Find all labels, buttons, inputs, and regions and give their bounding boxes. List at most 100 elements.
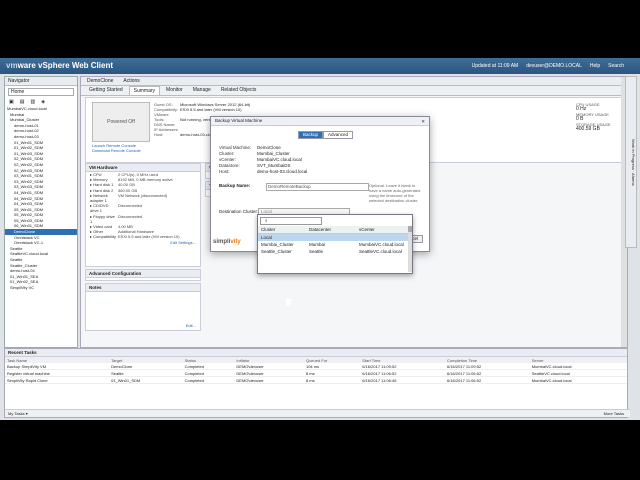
dropdown-cell: Seattle_Cluster — [261, 249, 292, 254]
resource-usage: CPU USAGE 0 Hz MEMORY USAGE 0 B STORAGE USAG… — [576, 102, 616, 132]
navigator-panel: Navigator Home ▣ ▤ ▥ ◈ MumbaiVC.cloud.local… — [4, 76, 78, 348]
dropdown-option[interactable]: Seattle_Cluster Seattle SeattleVC.cloud.lo… — [258, 248, 412, 255]
hosts-clusters-icon[interactable]: ▣ — [9, 99, 14, 105]
updated-time: Updated at 11:09 AM — [471, 63, 519, 69]
dropdown-cell: Seattle — [309, 249, 324, 254]
tab-related-objects[interactable]: Related Objects — [217, 86, 261, 95]
table-row[interactable]: Register virtual machine Seattle Completed… — [5, 369, 627, 377]
table-cell: Completed — [182, 369, 235, 377]
table-cell: Register virtual machine — [5, 369, 110, 377]
table-cell: MumbaiVC.cloud.local — [529, 376, 627, 384]
table-cell: 01_Win01_SDM — [109, 376, 183, 384]
notes-panel: Notes Edit... — [85, 283, 201, 331]
close-icon[interactable]: ✕ — [421, 118, 425, 126]
storage-icon[interactable]: ▥ — [30, 99, 35, 105]
recent-tasks-panel: Recent Tasks Task Name Target Status Initia… — [4, 348, 630, 418]
tab-summary[interactable]: Summary — [128, 86, 161, 95]
hardware-label: ▸ Floppy drive 1 — [90, 213, 115, 224]
help-menu[interactable]: Help — [590, 63, 600, 69]
navigator-title: Navigator — [5, 77, 77, 86]
hardware-row[interactable]: ▸ Network adapter 1 VM Network (disconnec… — [86, 193, 200, 203]
hardware-label: ▸ Compatibility — [90, 234, 117, 240]
table-cell: 8 ms — [303, 376, 361, 384]
tab-manage[interactable]: Manage — [189, 86, 215, 95]
resource-value: 400.59 GB — [576, 126, 600, 132]
hardware-label: ▸ CD/DVD drive 1 — [90, 203, 109, 214]
vm-hardware-panel: VM Hardware ▸ CPU 2 CPU(s), 0 MHz used ▸ M… — [85, 163, 201, 267]
property-label: Host: — [154, 132, 164, 137]
dialog-field-row: Host: demo-host-03.cloud.local — [219, 169, 307, 175]
search-box[interactable]: Search — [608, 63, 624, 69]
user-menu[interactable]: devuser@DEMO.LOCAL — [526, 63, 582, 69]
top-bar: vmware vSphere Web Client Updated at 11:… — [0, 58, 640, 74]
dropdown-option[interactable]: Local — [258, 234, 412, 241]
dropdown-option[interactable]: Mumbai_Cluster Mumbai MumbaiVC.cloud.local — [258, 241, 412, 248]
recent-tasks-title: Recent Tasks — [5, 349, 627, 357]
dropdown-cell: Mumbai — [309, 242, 326, 247]
table-cell: Completed — [182, 376, 235, 384]
my-tasks-filter[interactable]: My Tasks ▾ — [8, 411, 28, 416]
vms-templates-icon[interactable]: ▤ — [20, 99, 25, 105]
home-selector[interactable]: Home — [8, 88, 74, 96]
table-cell: 6/16/2017 11:06:52 — [445, 376, 530, 384]
tasks-table: Task Name Target Status Initiator Queued For… — [5, 357, 627, 384]
property-label: VMware Tools: — [154, 112, 169, 122]
tab-getting-started[interactable]: Getting Started — [85, 86, 127, 95]
actions-menu[interactable]: Actions — [123, 77, 139, 85]
advanced-config-title[interactable]: Advanced Configuration — [86, 270, 200, 278]
notes-title[interactable]: Notes — [86, 284, 200, 292]
tab-monitor[interactable]: Monitor — [162, 86, 187, 95]
vm-title: DemoClone — [87, 78, 114, 84]
hardware-value: VM Network (disconnected) — [118, 192, 168, 198]
dialog-field-value: SVT_MumbaiDS — [257, 163, 291, 168]
dropdown-column-header[interactable]: Cluster — [261, 226, 309, 233]
tree-item[interactable]: SimpliVity VC — [5, 285, 77, 291]
dropdown-cell — [309, 234, 359, 241]
dropdown-column-header[interactable]: Datacenter — [309, 226, 359, 233]
dialog-fields: Virtual Machine: DemoClone Cluster: Mumbai_… — [219, 145, 307, 175]
more-tasks-link[interactable]: More Tasks — [604, 410, 624, 417]
table-cell: DEMO\devuser — [234, 369, 304, 377]
mouse-cursor — [286, 299, 292, 306]
dialog-field-value: demo-host-03.cloud.local — [257, 169, 308, 174]
search-icon: ⌕ — [265, 218, 268, 223]
right-sidebar[interactable]: Work In Progress · Alarms — [625, 76, 637, 248]
dropdown-column-header[interactable]: vCenter — [359, 226, 375, 233]
dropdown-scrollbar[interactable] — [408, 226, 412, 272]
vm-console-thumbnail[interactable]: Powered Off — [92, 102, 150, 142]
dialog-field-value: Mumbai_Cluster — [257, 151, 290, 156]
hardware-label: ▸ Network adapter 1 — [90, 192, 108, 204]
tab-backup[interactable]: Backup — [298, 131, 324, 139]
destination-cluster-label: Destination Cluster: — [219, 209, 259, 214]
dropdown-cell: MumbaiVC.cloud.local — [359, 242, 404, 247]
dialog-field-label: Host: — [219, 169, 230, 174]
table-cell: 6/16/2017 11:06:52 — [360, 369, 445, 377]
hardware-row[interactable]: ▸ CD/DVD drive 1 Disconnected — [86, 203, 200, 213]
table-cell: DEMO\devuser — [234, 376, 304, 384]
brand-logo: vmware vSphere Web Client — [6, 61, 113, 70]
hardware-value: ESXi 5.5 and later (VM version 10) — [118, 234, 180, 240]
advanced-config-panel[interactable]: Advanced Configuration — [85, 269, 201, 281]
inventory-tree: MumbaiVC.cloud.local Mumbai Mumbai_Cluster… — [5, 106, 77, 291]
dropdown-cell: Mumbai_Cluster — [261, 242, 294, 247]
vm-hardware-title[interactable]: VM Hardware — [86, 164, 200, 172]
dialog-field-value: DemoClone — [257, 145, 281, 150]
table-cell: SeattleVC.cloud.local — [529, 369, 627, 377]
table-cell: 6/16/2017 11:06:45 — [360, 376, 445, 384]
hardware-row[interactable]: ▸ Floppy drive 1 Disconnected — [86, 214, 200, 224]
network-icon[interactable]: ◈ — [41, 99, 45, 105]
dropdown-search-input[interactable]: ⌕ — [260, 217, 322, 225]
dialog-field-value: MumbaiVC.cloud.local — [257, 157, 302, 162]
tab-advanced[interactable]: Advanced — [323, 131, 354, 139]
dialog-title: Backup Virtual Machine — [215, 118, 263, 123]
backup-name-input[interactable]: DemoRemoteBackup — [266, 183, 369, 191]
notes-edit-link[interactable]: Edit... — [186, 323, 196, 328]
table-cell: 6/16/2017 11:06:52 — [445, 369, 530, 377]
main-tabs: Getting Started Summary Monitor Manage Relat… — [81, 86, 627, 96]
dropdown-cell: SeattleVC.cloud.local — [359, 249, 402, 254]
table-row[interactable]: SimpliVity Rapid Clone 01_Win01_SDM Comple… — [5, 376, 627, 384]
dropdown-cell: Local — [261, 235, 272, 240]
destination-cluster-dropdown: ⌕ Cluster Datacenter vCenter Local Mumbai_Cl… — [257, 214, 413, 274]
download-console-link[interactable]: Download Remote Console — [92, 148, 141, 153]
edit-settings-link[interactable]: Edit Settings... — [86, 240, 200, 246]
